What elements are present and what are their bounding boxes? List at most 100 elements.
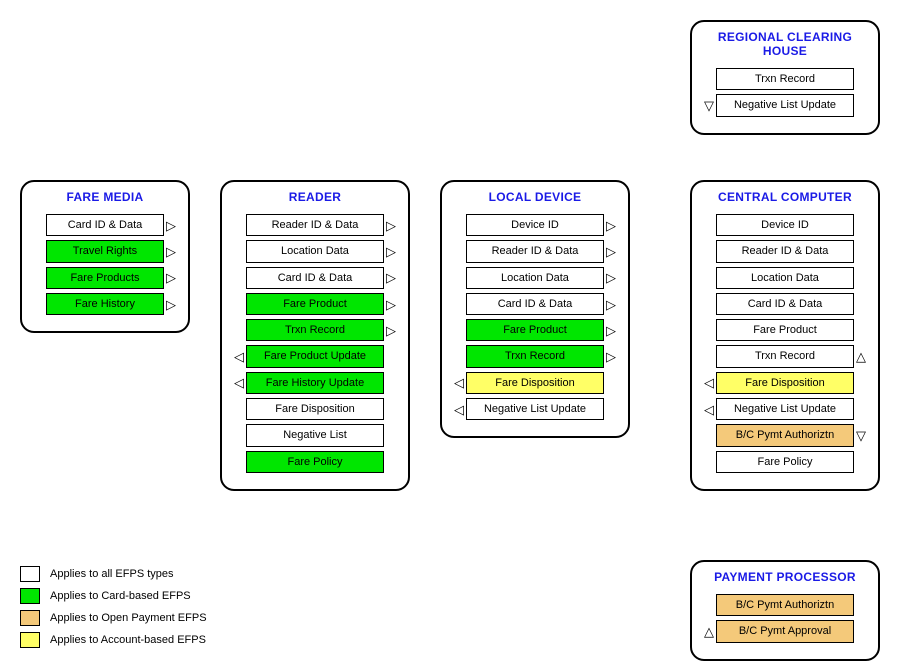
data-item: Card ID & Data xyxy=(716,293,854,315)
data-item: Reader ID & Data xyxy=(716,240,854,262)
item-row: B/C Pymt Approval xyxy=(702,620,868,642)
flow-arrow-right-icon xyxy=(164,298,178,311)
flow-arrow-right-icon xyxy=(604,219,618,232)
flow-arrow-right-icon xyxy=(604,324,618,337)
data-item: Negative List Update xyxy=(466,398,604,420)
flow-arrow-right-icon xyxy=(384,298,398,311)
data-item: B/C Pymt Authoriztn xyxy=(716,424,854,446)
item-row: Fare Product xyxy=(702,319,868,341)
module-regional-clearing-house: REGIONAL CLEARING HOUSE Trxn Record Negati… xyxy=(690,20,880,135)
flow-arrow-right-icon xyxy=(164,245,178,258)
data-item: Location Data xyxy=(716,267,854,289)
data-item: Fare History xyxy=(46,293,164,315)
item-row: Device ID xyxy=(702,214,868,236)
flow-arrow-right-icon xyxy=(384,271,398,284)
data-item: Fare Disposition xyxy=(246,398,384,420)
flow-arrow-right-icon xyxy=(604,298,618,311)
legend-row: Applies to all EFPS types xyxy=(20,566,207,582)
flow-arrow-left-icon xyxy=(232,376,246,389)
module-title: CENTRAL COMPUTER xyxy=(702,190,868,204)
diagram-canvas: REGIONAL CLEARING HOUSE Trxn Record Negati… xyxy=(20,20,880,652)
item-row: Reader ID & Data xyxy=(232,214,398,236)
legend-row: Applies to Open Payment EFPS xyxy=(20,610,207,626)
flow-arrow-up-icon xyxy=(854,350,868,363)
flow-arrow-down-icon xyxy=(702,99,716,112)
data-item: Fare Product xyxy=(716,319,854,341)
data-item: Negative List xyxy=(246,424,384,446)
data-item: B/C Pymt Approval xyxy=(716,620,854,642)
item-row: Device ID xyxy=(452,214,618,236)
data-item: Negative List Update xyxy=(716,398,854,420)
data-item: Fare Products xyxy=(46,267,164,289)
item-row: Location Data xyxy=(452,267,618,289)
legend-swatch-green xyxy=(20,588,40,604)
data-item: Trxn Record xyxy=(466,345,604,367)
data-item: Device ID xyxy=(466,214,604,236)
flow-arrow-left-icon xyxy=(452,403,466,416)
data-item: Fare History Update xyxy=(246,372,384,394)
flow-arrow-right-icon xyxy=(384,219,398,232)
data-item: Card ID & Data xyxy=(46,214,164,236)
flow-arrow-left-icon xyxy=(232,350,246,363)
item-row: Trxn Record xyxy=(702,345,868,367)
flow-arrow-left-icon xyxy=(702,403,716,416)
legend-row: Applies to Card-based EFPS xyxy=(20,588,207,604)
item-row: Fare Disposition xyxy=(452,372,618,394)
module-title: FARE MEDIA xyxy=(32,190,178,204)
data-item: Trxn Record xyxy=(246,319,384,341)
data-item: Trxn Record xyxy=(716,68,854,90)
item-row: Fare Product xyxy=(232,293,398,315)
item-row: Fare Product Update xyxy=(232,345,398,367)
item-row: Trxn Record xyxy=(452,345,618,367)
item-row: Location Data xyxy=(232,240,398,262)
flow-arrow-down-icon xyxy=(854,429,868,442)
data-item: Device ID xyxy=(716,214,854,236)
item-row: Card ID & Data xyxy=(232,267,398,289)
data-item: Location Data xyxy=(246,240,384,262)
data-item: Travel Rights xyxy=(46,240,164,262)
item-row: Negative List Update xyxy=(702,94,868,116)
data-item: B/C Pymt Authoriztn xyxy=(716,594,854,616)
legend-swatch-orange xyxy=(20,610,40,626)
item-row: Fare Policy xyxy=(702,451,868,473)
data-item: Fare Policy xyxy=(716,451,854,473)
flow-arrow-right-icon xyxy=(604,245,618,258)
module-title: LOCAL DEVICE xyxy=(452,190,618,204)
data-item: Card ID & Data xyxy=(466,293,604,315)
flow-arrow-right-icon xyxy=(164,271,178,284)
data-item: Card ID & Data xyxy=(246,267,384,289)
flow-arrow-left-icon xyxy=(702,376,716,389)
item-row: Card ID & Data xyxy=(452,293,618,315)
legend-swatch-yellow xyxy=(20,632,40,648)
flow-arrow-right-icon xyxy=(604,350,618,363)
item-row: Reader ID & Data xyxy=(702,240,868,262)
module-title: PAYMENT PROCESSOR xyxy=(702,570,868,584)
item-row: Fare Product xyxy=(452,319,618,341)
module-reader: READER Reader ID & Data Location Data Card … xyxy=(220,180,410,491)
item-row: Fare Policy xyxy=(232,451,398,473)
item-row: Negative List Update xyxy=(702,398,868,420)
data-item: Fare Product xyxy=(466,319,604,341)
item-row: Fare History Update xyxy=(232,372,398,394)
item-row: Location Data xyxy=(702,267,868,289)
flow-arrow-right-icon xyxy=(164,219,178,232)
legend-swatch-white xyxy=(20,566,40,582)
module-title: REGIONAL CLEARING HOUSE xyxy=(702,30,868,58)
module-title: READER xyxy=(232,190,398,204)
legend-row: Applies to Account-based EFPS xyxy=(20,632,207,648)
module-central-computer: CENTRAL COMPUTER Device ID Reader ID & Dat… xyxy=(690,180,880,491)
item-row: Card ID & Data xyxy=(702,293,868,315)
legend: Applies to all EFPS types Applies to Card… xyxy=(20,560,207,654)
item-row: B/C Pymt Authoriztn xyxy=(702,424,868,446)
legend-label: Applies to Card-based EFPS xyxy=(50,590,191,602)
item-row: Fare Products xyxy=(32,267,178,289)
flow-arrow-left-icon xyxy=(452,376,466,389)
data-item: Fare Product Update xyxy=(246,345,384,367)
data-item: Reader ID & Data xyxy=(466,240,604,262)
flow-arrow-right-icon xyxy=(384,324,398,337)
item-row: Fare History xyxy=(32,293,178,315)
module-fare-media: FARE MEDIA Card ID & Data Travel Rights Far… xyxy=(20,180,190,333)
item-row: Reader ID & Data xyxy=(452,240,618,262)
item-row: Fare Disposition xyxy=(702,372,868,394)
item-row: Trxn Record xyxy=(232,319,398,341)
